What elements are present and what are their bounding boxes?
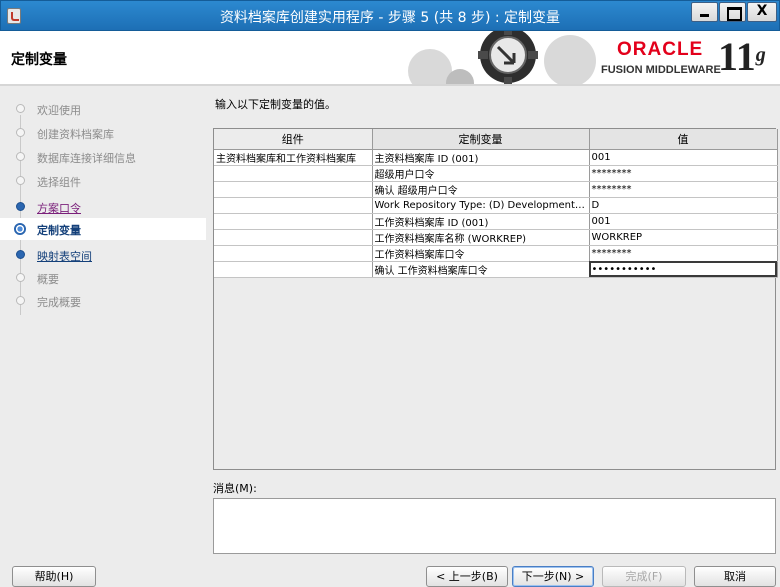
step-custom-variables: 定制变量 xyxy=(0,218,206,240)
cell-value-input[interactable]: D xyxy=(589,197,778,214)
next-button[interactable]: 下一步(N) > xyxy=(512,566,594,587)
column-header-component[interactable]: 组件 xyxy=(214,129,373,150)
cell-component xyxy=(214,245,373,262)
current-step-icon xyxy=(14,223,26,235)
close-button[interactable]: X xyxy=(747,2,777,22)
brand-product: FUSION MIDDLEWARE xyxy=(601,64,721,76)
cell-variable: 确认 工作资料档案库口令 xyxy=(372,261,590,278)
table-row: 超级用户口令 ******** xyxy=(214,165,778,182)
step-dot-icon xyxy=(16,273,25,282)
cell-component xyxy=(214,229,373,246)
help-button[interactable]: 帮助(H) xyxy=(12,566,96,587)
cell-value-input[interactable]: 001 xyxy=(589,213,778,230)
step-dot-icon xyxy=(16,104,25,113)
page-title: 定制变量 xyxy=(11,52,67,68)
variables-table: 组件 定制变量 值 主资料档案库和工作资料档案库 主资料档案库 ID (001)… xyxy=(213,128,778,470)
cell-variable: Work Repository Type: (D) Development (.… xyxy=(372,197,590,214)
wizard-header: 定制变量 ORACLE FUSION MIDDLEWARE 11g xyxy=(0,31,780,86)
brand-name: ORACLE xyxy=(617,39,704,60)
cell-variable: 超级用户口令 xyxy=(372,165,590,182)
gears-illustration-icon xyxy=(400,31,600,84)
step-dot-icon xyxy=(16,128,25,137)
step-dot-icon xyxy=(16,176,25,185)
maximize-button[interactable] xyxy=(719,2,746,22)
column-header-variable[interactable]: 定制变量 xyxy=(372,129,590,150)
title-bar: 资料档案库创建实用程序 - 步骤 5 (共 8 步) : 定制变量 X xyxy=(0,0,780,31)
finish-button[interactable]: 完成(F) xyxy=(602,566,686,587)
cancel-button[interactable]: 取消 xyxy=(694,566,776,587)
instruction-text: 输入以下定制变量的值。 xyxy=(215,98,336,111)
cell-variable: 确认 超级用户口令 xyxy=(372,181,590,198)
back-button[interactable]: < 上一步(B) xyxy=(426,566,508,587)
cell-component xyxy=(214,261,373,278)
table-row: 确认 工作资料档案库口令 ••••••••••• xyxy=(214,261,778,278)
step-db-connection: 数据库连接详细信息 xyxy=(0,146,206,168)
cell-variable: 工作资料档案库口令 xyxy=(372,245,590,262)
step-dot-icon xyxy=(16,152,25,161)
close-icon: X xyxy=(756,3,768,19)
step-map-tablespaces[interactable]: 映射表空间 xyxy=(0,244,206,266)
step-navigator: 欢迎使用 创建资料档案库 数据库连接详细信息 选择组件 方案口令 定制变量 映射… xyxy=(0,88,206,558)
cell-value-input[interactable]: WORKREP xyxy=(589,229,778,246)
cell-value-input[interactable]: ••••••••••• xyxy=(589,261,778,278)
cell-component xyxy=(214,165,373,182)
step-dot-icon xyxy=(16,250,25,259)
cell-value-input[interactable]: 001 xyxy=(589,149,778,166)
cell-value-input[interactable]: ******** xyxy=(589,245,778,262)
cell-value-input[interactable]: ******** xyxy=(589,181,778,198)
cell-component xyxy=(214,197,373,214)
table-row: Work Repository Type: (D) Development (.… xyxy=(214,197,778,214)
step-select-components: 选择组件 xyxy=(0,170,206,192)
column-header-value[interactable]: 值 xyxy=(589,129,778,150)
step-create-repository: 创建资料档案库 xyxy=(0,122,206,144)
minimize-button[interactable] xyxy=(691,2,718,22)
cell-component xyxy=(214,213,373,230)
cell-value-input[interactable]: ******** xyxy=(589,165,778,182)
table-row: 工作资料档案库名称 (WORKREP) WORKREP xyxy=(214,229,778,246)
step-dot-icon xyxy=(16,296,25,305)
table-row: 确认 超级用户口令 ******** xyxy=(214,181,778,198)
step-schema-passwords[interactable]: 方案口令 xyxy=(0,196,206,218)
step-summary: 概要 xyxy=(0,267,206,289)
cell-component: 主资料档案库和工作资料档案库 xyxy=(214,149,373,166)
table-row: 主资料档案库和工作资料档案库 主资料档案库 ID (001) 001 xyxy=(214,149,778,166)
cell-variable: 工作资料档案库名称 (WORKREP) xyxy=(372,229,590,246)
table-row: 工作资料档案库口令 ******** xyxy=(214,245,778,262)
messages-label: 消息(M): xyxy=(213,482,257,495)
window-title: 资料档案库创建实用程序 - 步骤 5 (共 8 步) : 定制变量 xyxy=(219,10,561,26)
cell-variable: 工作资料档案库 ID (001) xyxy=(372,213,590,230)
step-welcome: 欢迎使用 xyxy=(0,98,206,120)
messages-area[interactable] xyxy=(213,498,776,554)
table-row: 工作资料档案库 ID (001) 001 xyxy=(214,213,778,230)
cell-variable: 主资料档案库 ID (001) xyxy=(372,149,590,166)
brand-version: 11g xyxy=(718,34,766,79)
cell-component xyxy=(214,181,373,198)
step-dot-icon xyxy=(16,202,25,211)
step-completion-summary: 完成概要 xyxy=(0,290,206,312)
